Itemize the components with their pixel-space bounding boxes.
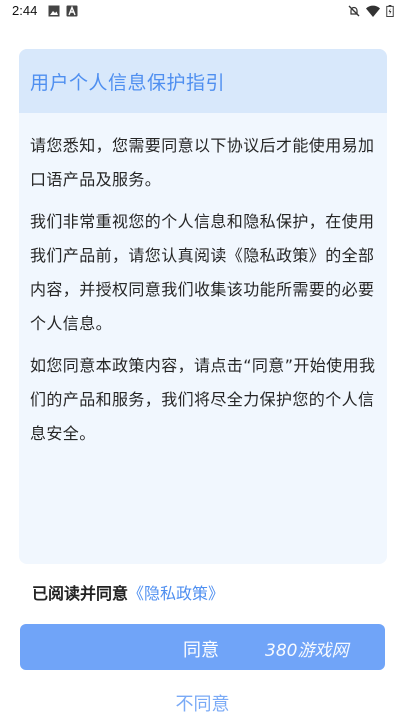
dialog-title: 用户个人信息保护指引 bbox=[30, 72, 226, 94]
image-icon bbox=[48, 5, 60, 17]
privacy-dialog: 用户个人信息保护指引 请您悉知，您需要同意以下协议后才能使用易加口语产品及服务。… bbox=[19, 49, 387, 564]
agree-label: 同意 bbox=[183, 640, 219, 661]
status-time: 2:44 bbox=[12, 3, 38, 18]
privacy-policy-link[interactable]: 《隐私政策》 bbox=[128, 584, 224, 603]
mute-icon bbox=[348, 5, 360, 17]
battery-icon bbox=[386, 5, 394, 17]
dialog-body: 请您悉知，您需要同意以下协议后才能使用易加口语产品及服务。 我们非常重视您的个人… bbox=[19, 113, 387, 451]
disagree-button[interactable]: 不同意 bbox=[0, 690, 405, 716]
dialog-header: 用户个人信息保护指引 bbox=[19, 49, 387, 113]
paragraph-consent: 如您同意本政策内容，请点击“同意”开始使用我们的产品和服务，我们将尽全力保护您的… bbox=[30, 356, 376, 443]
agree-button[interactable]: 同意 380游戏网 bbox=[20, 624, 385, 670]
watermark: 380游戏网 bbox=[265, 641, 349, 661]
paragraph-intro: 请您悉知，您需要同意以下协议后才能使用易加口语产品及服务。 bbox=[30, 136, 375, 189]
status-bar: 2:44 bbox=[0, 0, 405, 22]
wifi-icon bbox=[366, 5, 380, 17]
app-a-icon bbox=[66, 5, 78, 17]
paragraph-privacy: 我们非常重视您的个人信息和隐私保护，在使用我们产品前，请您认真阅读《隐私政策》的… bbox=[30, 212, 375, 333]
consent-prefix: 已阅读并同意 bbox=[32, 584, 129, 603]
consent-line: 已阅读并同意《隐私政策》 bbox=[32, 580, 224, 604]
